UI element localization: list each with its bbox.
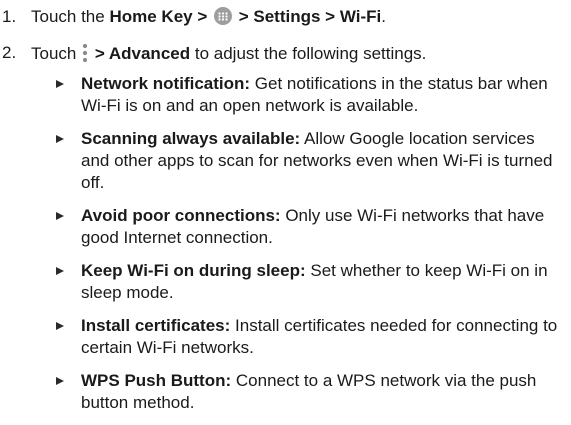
step-1-period: . [381,7,386,26]
triangle-bullet-icon [56,212,64,220]
step-2: 2. Touch > Advanced to adjust the follow… [0,42,426,70]
list-item: Network notification: Get notifications … [0,73,571,117]
settings-path-label: > Settings > Wi-Fi [238,7,382,26]
list-item: Scanning always available: Allow Google … [0,128,571,194]
triangle-bullet-icon [56,135,64,143]
triangle-bullet-icon [56,377,64,385]
triangle-bullet-icon [56,80,64,88]
step-1: 1. Touch the Home Key > > Settings > Wi-… [0,6,386,31]
setting-title: Network notification: [81,74,251,93]
setting-title: Install certificates: [81,316,231,335]
step-2-suffix: to adjust the following settings. [194,44,427,63]
list-item: Keep Wi-Fi on during sleep: Set whether … [0,260,571,304]
more-options-icon [82,42,88,70]
settings-list: Network notification: Get notifications … [0,73,571,425]
setting-title: Scanning always available: [81,129,301,148]
step-2-prefix: Touch [31,44,77,63]
triangle-bullet-icon [56,267,64,275]
list-item: Avoid poor connections: Only use Wi-Fi n… [0,205,571,249]
step-number: 1. [2,7,17,26]
setting-title: Keep Wi-Fi on during sleep: [81,261,306,280]
list-item: Install certificates: Install certificat… [0,315,571,359]
app-drawer-icon [214,7,232,31]
step-1-prefix: Touch the [31,7,105,26]
home-key-label: Home Key > [109,7,208,26]
step-number: 2. [2,43,17,62]
setting-title: WPS Push Button: [81,371,232,390]
list-item: WPS Push Button: Connect to a WPS networ… [0,370,571,414]
triangle-bullet-icon [56,322,64,330]
setting-title: Avoid poor connections: [81,206,281,225]
advanced-label: > Advanced [94,44,191,63]
